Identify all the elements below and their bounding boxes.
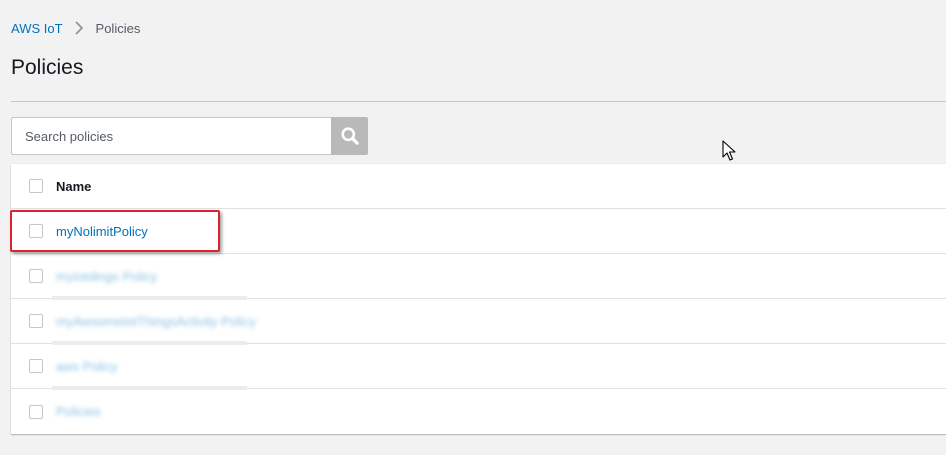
policy-name-link-redacted[interactable]: Policies <box>56 404 101 419</box>
breadcrumb: AWS IoT Policies <box>11 19 140 37</box>
chevron-right-icon <box>74 21 83 35</box>
row-checkbox[interactable] <box>29 359 43 373</box>
table-row[interactable]: aws Policy <box>11 344 946 389</box>
mouse-pointer-icon <box>722 140 736 161</box>
policy-name-link[interactable]: myNolimitPolicy <box>56 224 148 239</box>
page-title: Policies <box>11 56 84 79</box>
table-row[interactable]: myNolimitPolicy <box>11 209 946 254</box>
row-checkbox[interactable] <box>29 224 43 238</box>
table-header-row: Name <box>11 164 946 209</box>
table-row[interactable]: Policies <box>11 389 946 434</box>
table-row[interactable]: myAwsomeIotThingsActivity Policy <box>11 299 946 344</box>
search-bar <box>11 117 368 155</box>
breadcrumb-current: Policies <box>95 20 141 36</box>
row-checkbox[interactable] <box>29 314 43 328</box>
search-icon <box>340 127 359 145</box>
row-checkbox[interactable] <box>29 404 43 419</box>
policy-name-link-redacted[interactable]: myIotdings Policy <box>56 269 157 284</box>
row-checkbox[interactable] <box>29 269 43 283</box>
redaction-smudge <box>52 296 247 300</box>
policy-name-link-redacted[interactable]: myAwsomeIotThingsActivity Policy <box>56 314 256 329</box>
policy-name-link-redacted[interactable]: aws Policy <box>56 359 117 374</box>
breadcrumb-aws-iot-link[interactable]: AWS IoT <box>11 21 63 36</box>
search-input[interactable] <box>11 117 331 155</box>
name-column-header[interactable]: Name <box>56 179 91 194</box>
redaction-smudge <box>52 386 247 390</box>
select-all-checkbox[interactable] <box>29 179 43 193</box>
title-divider <box>11 101 946 102</box>
redaction-smudge <box>52 341 247 345</box>
search-button[interactable] <box>331 117 368 155</box>
table-row[interactable]: myIotdings Policy <box>11 254 946 299</box>
